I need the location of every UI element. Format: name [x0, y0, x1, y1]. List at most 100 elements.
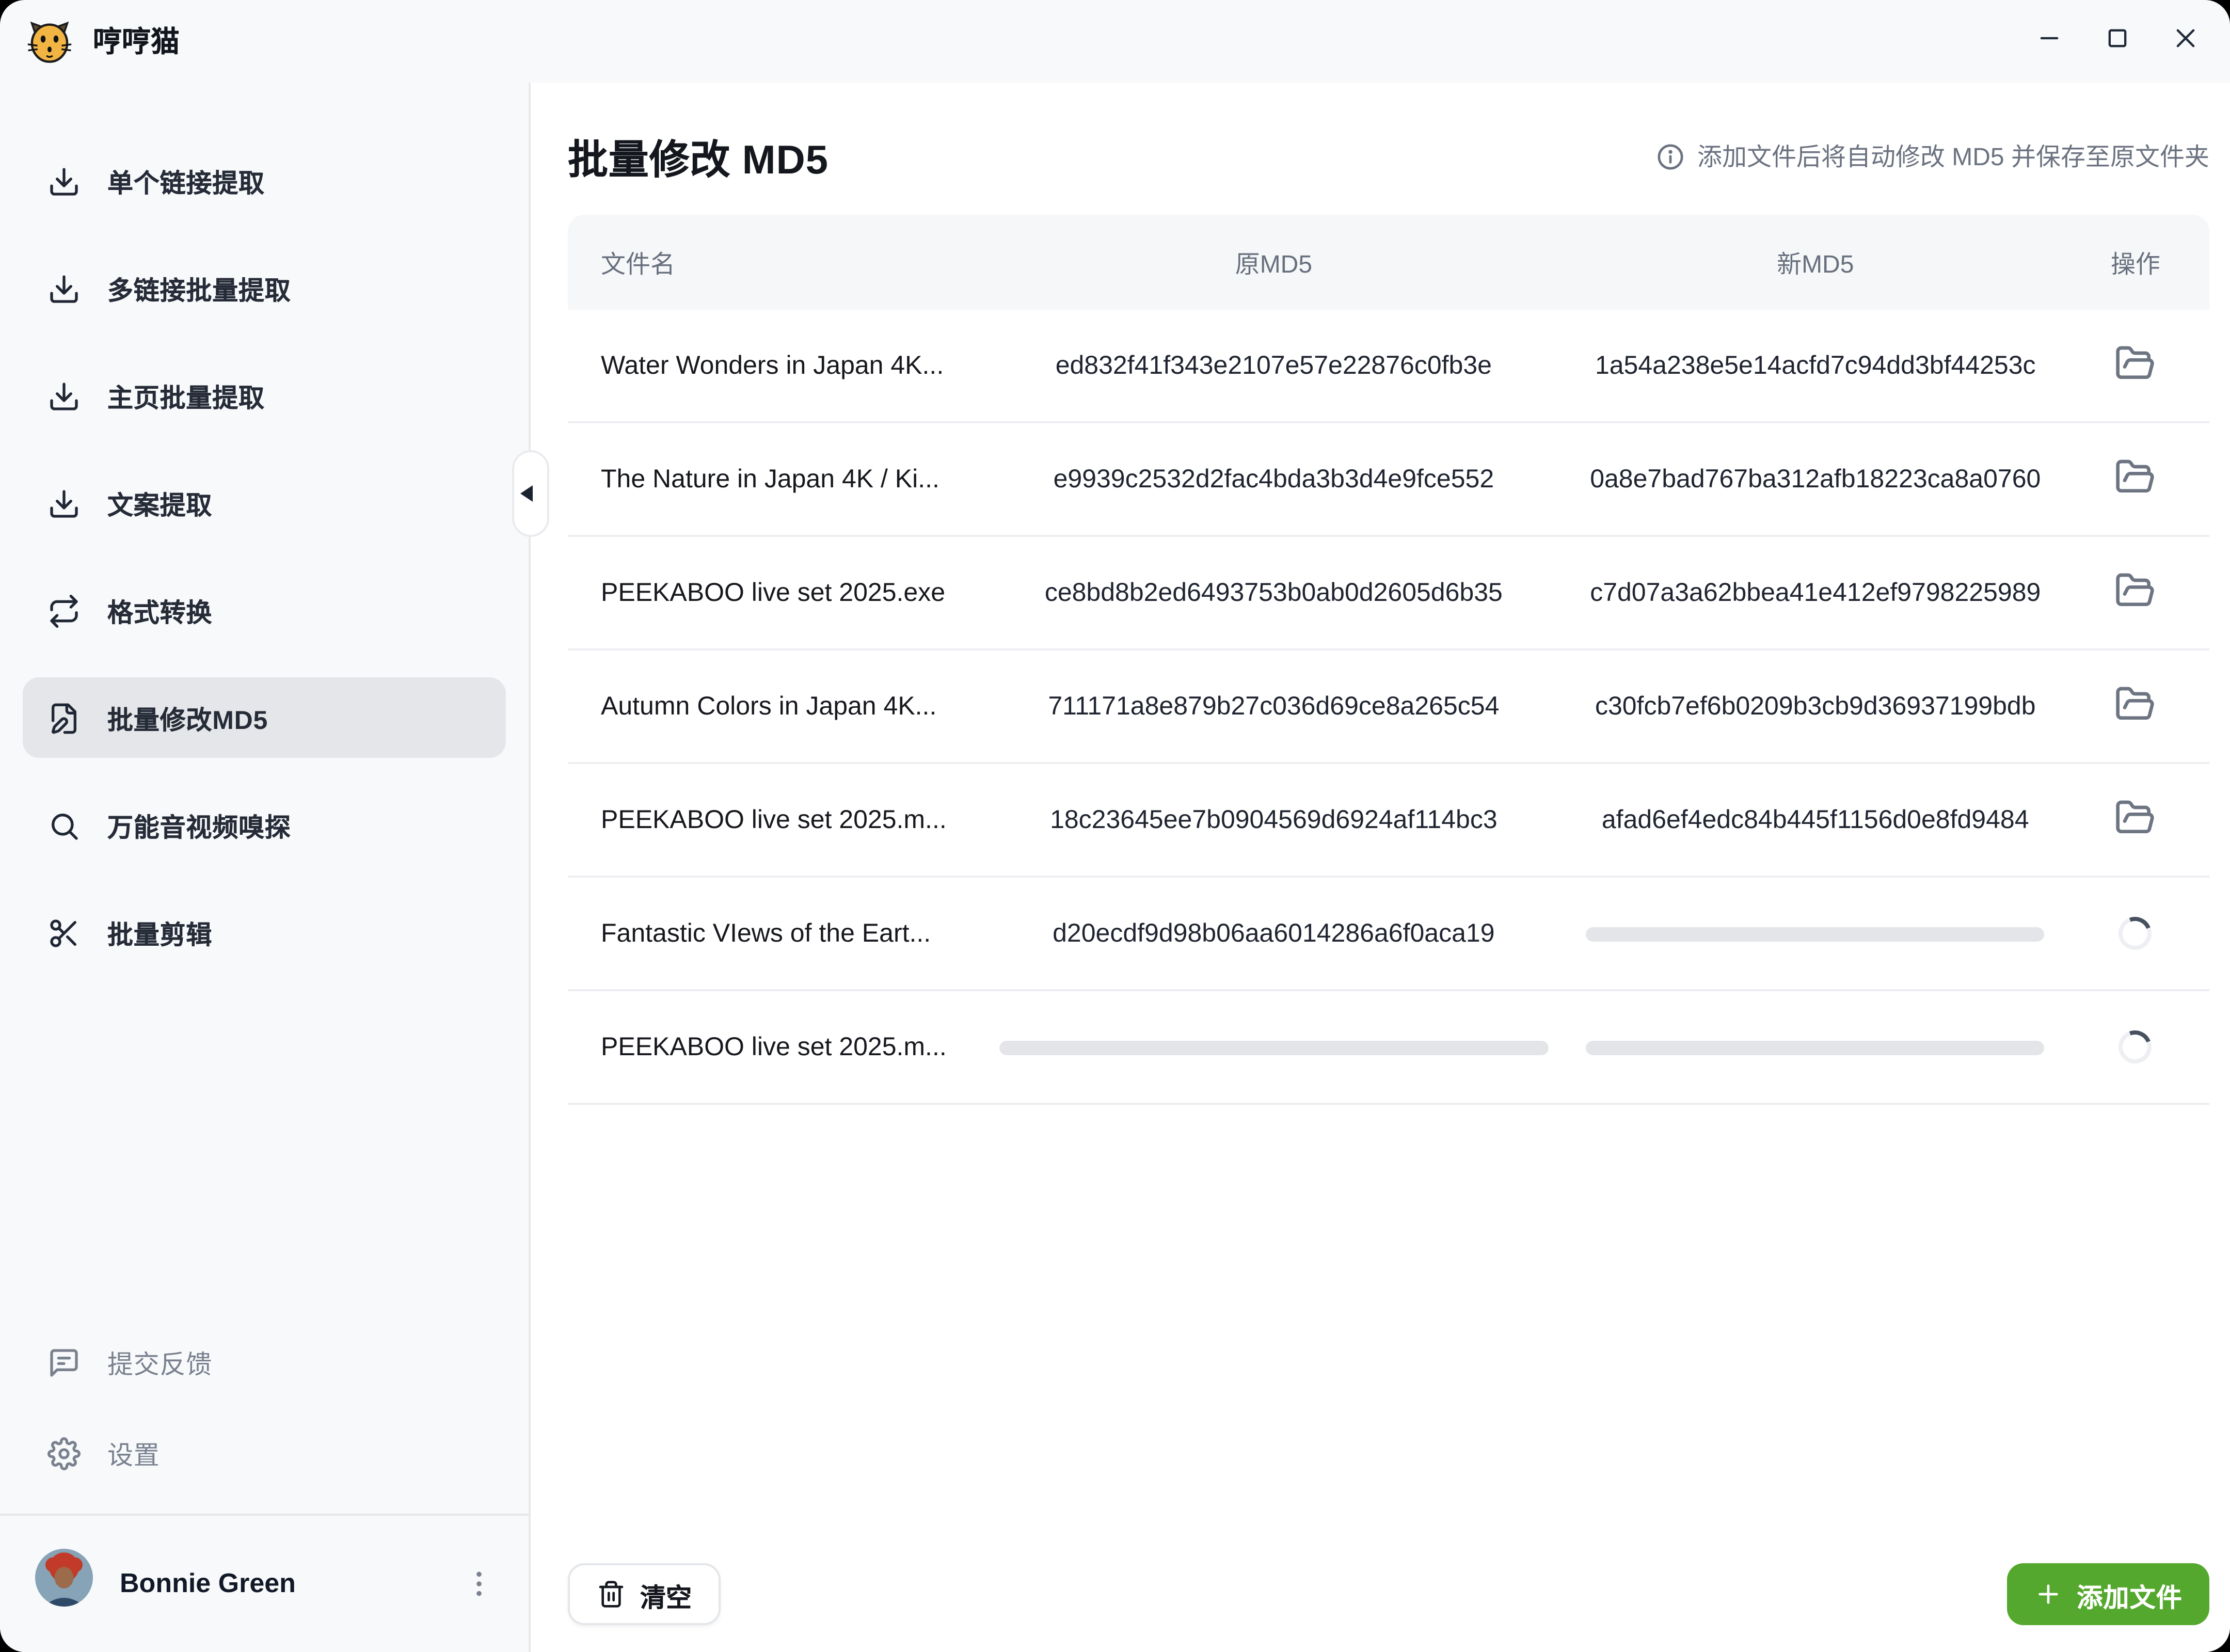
sidebar-item-single-link-extract[interactable]: 单个链接提取 [23, 140, 506, 221]
gear-icon [47, 1436, 81, 1469]
sidebar-item-universal-av-sniffer[interactable]: 万能音视频嗅探 [23, 785, 506, 865]
file-name: PEEKABOO live set 2025.m... [568, 805, 978, 834]
old-md5: ce8bd8b2ed6493753b0ab0d2605d6b35 [978, 578, 1569, 607]
new-md5 [1569, 1040, 2062, 1054]
sidebar-footer: 提交反馈设置 [0, 1322, 529, 1652]
sidebar-item-label: 批量剪辑 [107, 913, 212, 952]
sidebar-nav: 单个链接提取多链接批量提取主页批量提取文案提取格式转换批量修改MD5 万能音视频嗅… [0, 83, 529, 999]
table-row: Fantastic VIews of the Eart...d20ecdf9d9… [568, 878, 2209, 991]
search-icon [47, 808, 81, 841]
sidebar-item-batch-clip[interactable]: 批量剪辑 [23, 892, 506, 973]
column-header: 新MD5 [1569, 245, 2062, 280]
file-name: The Nature in Japan 4K / Ki... [568, 465, 978, 494]
sidebar-item-label: 格式转换 [107, 591, 212, 630]
old-md5: e9939c2532d2fac4bda3b3d4e9fce552 [978, 465, 1569, 494]
info-note: 添加文件后将自动修改 MD5 并保存至原文件夹 [1656, 138, 2209, 173]
sidebar-footer-items: 提交反馈设置 [0, 1322, 529, 1493]
row-action [2062, 917, 2209, 950]
open-folder-button[interactable] [2111, 451, 2160, 507]
sidebar-item-label: 设置 [107, 1433, 160, 1472]
app-title: 哼哼猫 [93, 21, 180, 62]
table-header: 文件名原MD5新MD5操作 [568, 215, 2209, 310]
file-name: PEEKABOO live set 2025.exe [568, 578, 978, 607]
sidebar-item-copywriting-extract[interactable]: 文案提取 [23, 463, 506, 543]
info-note-text: 添加文件后将自动修改 MD5 并保存至原文件夹 [1697, 138, 2209, 173]
loading-skeleton [1586, 926, 2044, 941]
sidebar-divider [0, 1514, 529, 1516]
sidebar-item-settings[interactable]: 设置 [23, 1412, 506, 1493]
add-files-button[interactable]: 添加文件 [2006, 1563, 2209, 1625]
table-row: Water Wonders in Japan 4K...ed832f41f343… [568, 310, 2209, 423]
old-md5: d20ecdf9d98b06aa6014286a6f0aca19 [978, 919, 1569, 948]
open-folder-button[interactable] [2111, 565, 2160, 621]
clear-button-label: 清空 [640, 1575, 692, 1614]
old-md5: ed832f41f343e2107e57e22876c0fb3e [978, 351, 1569, 380]
add-files-button-label: 添加文件 [2077, 1575, 2183, 1614]
download-icon [47, 164, 81, 197]
bottom-actions: 清空 添加文件 [568, 1563, 2209, 1625]
user-row: Bonnie Green [0, 1540, 529, 1625]
md5-table: 文件名原MD5新MD5操作 Water Wonders in Japan 4K.… [568, 215, 2209, 1105]
new-md5: c30fcb7ef6b0209b3cb9d36937199bdb [1569, 692, 2062, 721]
sidebar-item-homepage-batch-extract[interactable]: 主页批量提取 [23, 355, 506, 436]
sidebar-item-multi-link-batch-extract[interactable]: 多链接批量提取 [23, 248, 506, 328]
minimize-icon [2036, 25, 2063, 58]
trash-icon [597, 1580, 626, 1609]
download-icon [47, 486, 81, 519]
download-icon [47, 272, 81, 305]
kebab-menu-icon[interactable] [458, 1562, 500, 1603]
main-content: 批量修改 MD5 添加文件后将自动修改 MD5 并保存至原文件夹 文件名原MD5… [531, 83, 2230, 1652]
row-action [2062, 565, 2209, 621]
folder-open-icon [2115, 569, 2156, 616]
column-header: 原MD5 [978, 245, 1569, 280]
folder-open-icon [2115, 796, 2156, 844]
folder-open-icon [2115, 342, 2156, 389]
open-folder-button[interactable] [2111, 678, 2160, 734]
main-header: 批量修改 MD5 添加文件后将自动修改 MD5 并保存至原文件夹 [568, 83, 2209, 215]
maximize-icon [2104, 25, 2131, 58]
window-body: 单个链接提取多链接批量提取主页批量提取文案提取格式转换批量修改MD5 万能音视频嗅… [0, 83, 2230, 1652]
new-md5: 1a54a238e5e14acfd7c94dd3bf44253c [1569, 351, 2062, 380]
open-folder-button[interactable] [2111, 792, 2160, 848]
new-md5: c7d07a3a62bbea41e412ef9798225989 [1569, 578, 2062, 607]
close-icon [2172, 25, 2199, 58]
old-md5 [978, 1040, 1569, 1054]
page-title: 批量修改 MD5 [568, 126, 829, 186]
old-md5: 711171a8e879b27c036d69ce8a265c54 [978, 692, 1569, 721]
sidebar-item-label: 单个链接提取 [107, 161, 265, 200]
sidebar-item-format-convert[interactable]: 格式转换 [23, 570, 506, 650]
table-body: Water Wonders in Japan 4K...ed832f41f343… [568, 310, 2209, 1105]
clear-button[interactable]: 清空 [568, 1563, 721, 1625]
feedback-icon [47, 1345, 81, 1378]
sidebar-item-submit-feedback[interactable]: 提交反馈 [23, 1322, 506, 1402]
row-action [2062, 451, 2209, 507]
plus-icon [2033, 1580, 2062, 1609]
new-md5: 0a8e7bad767ba312afb18223ca8a0760 [1569, 465, 2062, 494]
scale-wrapper: 哼哼猫 单个链接提取多链接批量提取主页批量提取文案提取格式转换批量修改MD5 万能… [0, 0, 2230, 1652]
close-button[interactable] [2172, 25, 2199, 58]
sidebar: 单个链接提取多链接批量提取主页批量提取文案提取格式转换批量修改MD5 万能音视频嗅… [0, 83, 531, 1652]
open-folder-button[interactable] [2111, 338, 2160, 393]
sidebar-collapse-handle[interactable] [512, 450, 549, 537]
loading-spinner-icon [2114, 912, 2157, 955]
table-row: The Nature in Japan 4K / Ki...e9939c2532… [568, 423, 2209, 537]
row-action [2062, 338, 2209, 393]
file-pen-icon [47, 701, 81, 734]
sidebar-item-batch-modify-md5[interactable]: 批量修改MD5 [23, 677, 506, 758]
folder-open-icon [2115, 682, 2156, 730]
cat-logo-icon [27, 19, 72, 64]
title-bar: 哼哼猫 [0, 0, 2230, 83]
chevron-left-icon [520, 485, 533, 502]
file-name: Water Wonders in Japan 4K... [568, 351, 978, 380]
new-md5 [1569, 926, 2062, 941]
user-name: Bonnie Green [120, 1567, 296, 1598]
sidebar-item-label: 万能音视频嗅探 [107, 805, 291, 845]
table-row: PEEKABOO live set 2025.m...18c23645ee7b0… [568, 764, 2209, 878]
loading-skeleton [999, 1040, 1549, 1054]
maximize-button[interactable] [2104, 25, 2131, 58]
table-row: Autumn Colors in Japan 4K...711171a8e879… [568, 650, 2209, 764]
download-icon [47, 379, 81, 412]
table-row: PEEKABOO live set 2025.exece8bd8b2ed6493… [568, 537, 2209, 650]
row-action [2062, 1030, 2209, 1063]
minimize-button[interactable] [2036, 25, 2063, 58]
